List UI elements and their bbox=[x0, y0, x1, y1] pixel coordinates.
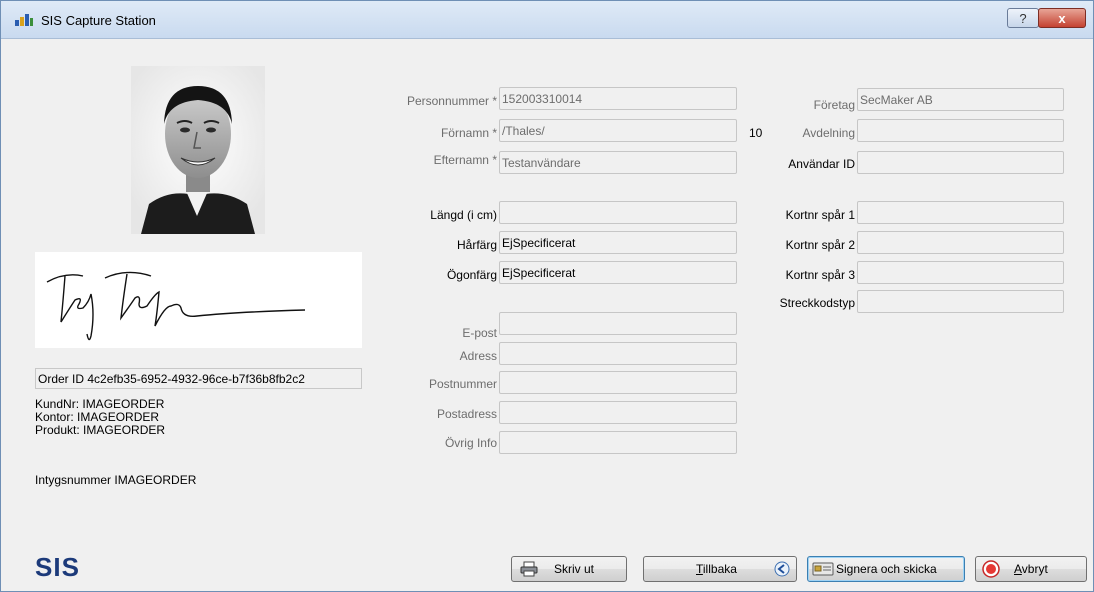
order-id-box: Order ID 4c2efb35-6952-4932-96ce-b7f36b8… bbox=[35, 368, 362, 389]
adress-field[interactable] bbox=[499, 342, 737, 365]
epost-label: E-post bbox=[462, 326, 497, 340]
efternamn-label: Efternamn * bbox=[433, 153, 497, 167]
sis-app-icon bbox=[15, 14, 33, 26]
cancel-button[interactable]: Avbryt bbox=[975, 556, 1087, 582]
close-button[interactable]: x bbox=[1038, 8, 1086, 28]
sis-logo: SIS bbox=[35, 552, 80, 582]
sign-button-label: Signera och skicka bbox=[836, 562, 937, 576]
streckkodstyp-field[interactable] bbox=[857, 290, 1064, 313]
ogonfarg-field[interactable]: EjSpecificerat bbox=[499, 261, 737, 284]
postadress-label: Postadress bbox=[436, 407, 497, 421]
order-id-label: Order ID bbox=[38, 372, 85, 386]
kortnr-spar3-field[interactable] bbox=[857, 261, 1064, 284]
portrait-image bbox=[131, 66, 265, 234]
back-button[interactable]: Tillbaka bbox=[643, 556, 797, 582]
signature-drawing bbox=[46, 271, 306, 341]
kortnr-spar1-field[interactable] bbox=[857, 201, 1064, 224]
kortnr-spar1-label: Kortnr spår 1 bbox=[785, 208, 855, 222]
avdelning-field[interactable] bbox=[857, 119, 1064, 142]
portrait-photo bbox=[131, 66, 265, 234]
fornamn-label: Förnamn * bbox=[440, 126, 497, 140]
cancel-mnemonic: A bbox=[1014, 562, 1022, 576]
close-icon: x bbox=[1058, 10, 1066, 26]
harfarg-label: Hårfärg bbox=[456, 238, 497, 252]
back-button-label: Tillbaka bbox=[696, 562, 737, 576]
print-button-label: Skriv ut bbox=[554, 562, 595, 576]
avdelning-label: Avdelning bbox=[802, 126, 856, 140]
anvandar-id-label: Användar ID bbox=[788, 157, 855, 171]
kortnr-spar2-label: Kortnr spår 2 bbox=[785, 238, 855, 252]
fornamn-field[interactable]: /Thales/ bbox=[499, 119, 737, 142]
printer-icon bbox=[520, 561, 538, 577]
epost-field[interactable] bbox=[499, 312, 737, 335]
stop-icon bbox=[982, 560, 1000, 578]
cancel-button-label: Avbryt bbox=[1014, 562, 1048, 576]
postnummer-field[interactable] bbox=[499, 371, 737, 394]
sign-card-icon bbox=[812, 562, 834, 576]
langd-field[interactable] bbox=[499, 201, 737, 224]
anvandar-id-field[interactable] bbox=[857, 151, 1064, 174]
intygsnummer-value: IMAGEORDER bbox=[114, 473, 197, 487]
foretag-field[interactable]: SecMaker AB bbox=[857, 88, 1064, 111]
ovrig-info-field[interactable] bbox=[499, 431, 737, 454]
intygsnummer-text: Intygsnummer IMAGEORDER bbox=[35, 474, 196, 487]
help-icon: ? bbox=[1019, 10, 1027, 26]
window-title: SIS Capture Station bbox=[41, 13, 156, 28]
back-mnemonic: T bbox=[696, 562, 703, 576]
adress-label: Adress bbox=[459, 349, 497, 363]
personnummer-label: Personnummer * bbox=[406, 94, 497, 108]
postnummer-label: Postnummer bbox=[428, 377, 497, 391]
langd-label: Längd (i cm) bbox=[430, 208, 497, 222]
postadress-field[interactable] bbox=[499, 401, 737, 424]
kortnr-spar3-label: Kortnr spår 3 bbox=[785, 268, 855, 282]
sign-and-send-button[interactable]: Signera och skicka bbox=[807, 556, 965, 582]
print-button[interactable]: Skriv ut bbox=[511, 556, 627, 582]
signature-image bbox=[35, 252, 362, 348]
ovrig-info-label: Övrig Info bbox=[444, 436, 497, 450]
cancel-label-rest: vbryt bbox=[1021, 562, 1048, 576]
streckkodstyp-label: Streckkodstyp bbox=[779, 296, 855, 310]
help-button[interactable]: ? bbox=[1007, 8, 1039, 28]
back-label-rest: illbaka bbox=[702, 562, 737, 576]
client-area: Order ID 4c2efb35-6952-4932-96ce-b7f36b8… bbox=[7, 40, 1089, 587]
produkt-text: Produkt: IMAGEORDER bbox=[35, 423, 166, 437]
harfarg-field[interactable]: EjSpecificerat bbox=[499, 231, 737, 254]
ogonfarg-label: Ögonfärg bbox=[446, 268, 497, 282]
app-window: SIS Capture Station ? x Order ID 4c2efb3… bbox=[0, 0, 1094, 592]
efternamn-field[interactable]: Testanvändare bbox=[499, 151, 737, 174]
kortnr-spar2-field[interactable] bbox=[857, 231, 1064, 254]
title-bar: SIS Capture Station ? x bbox=[1, 1, 1093, 39]
back-arrow-icon bbox=[774, 561, 790, 577]
intygsnummer-label: Intygsnummer bbox=[35, 473, 112, 487]
foretag-label: Företag bbox=[813, 98, 855, 112]
order-id-value: 4c2efb35-6952-4932-96ce-b7f36b8fb2c2 bbox=[87, 372, 305, 386]
personnummer-field[interactable]: 152003310014 bbox=[499, 87, 737, 110]
